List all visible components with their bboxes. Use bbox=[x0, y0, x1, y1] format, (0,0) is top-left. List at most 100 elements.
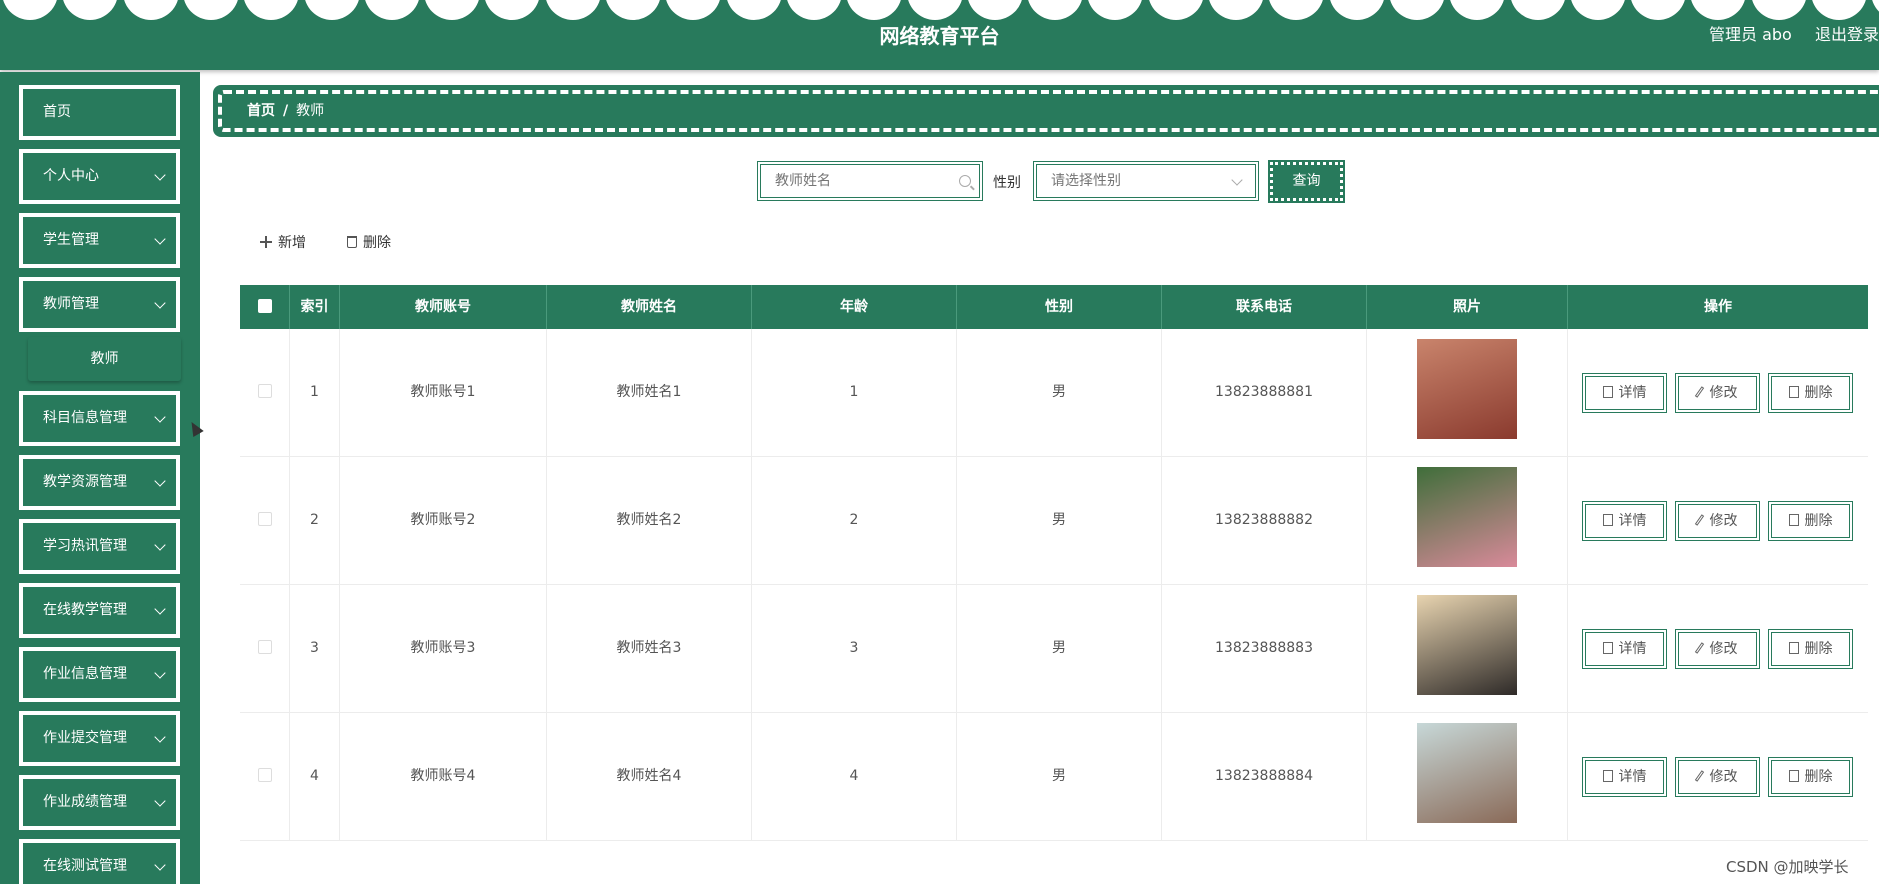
table-row: 3 教师账号3 教师姓名3 3 男 13823888883 详情 修改 删除 bbox=[240, 585, 1868, 713]
detail-button[interactable]: 详情 bbox=[1582, 373, 1667, 413]
col-header-photo: 照片 bbox=[1367, 285, 1568, 329]
gender-select[interactable] bbox=[1033, 161, 1259, 201]
chevron-down-icon bbox=[154, 859, 166, 871]
edit-button[interactable]: 修改 bbox=[1675, 629, 1760, 669]
query-button[interactable]: 查询 bbox=[1268, 160, 1345, 203]
row-select-cell bbox=[240, 713, 290, 840]
logout-link[interactable]: 退出登录 bbox=[1815, 21, 1879, 45]
sidebar-item-resource-management[interactable]: 教学资源管理 bbox=[19, 455, 180, 510]
edit-button-label: 修改 bbox=[1709, 769, 1738, 785]
cell-phone: 13823888884 bbox=[1162, 713, 1367, 840]
teacher-photo bbox=[1417, 595, 1517, 695]
detail-button-label: 详情 bbox=[1618, 641, 1647, 657]
watermark: CSDN @加映学长 bbox=[1726, 858, 1849, 876]
chevron-down-icon bbox=[154, 411, 166, 423]
plus-icon bbox=[260, 236, 272, 248]
add-button[interactable]: 新增 bbox=[260, 232, 306, 252]
sidebar-item-teacher-management[interactable]: 教师管理 bbox=[19, 277, 180, 332]
sidebar-item-student-management[interactable]: 学生管理 bbox=[19, 213, 180, 268]
document-icon bbox=[1602, 514, 1613, 526]
row-delete-button[interactable]: 删除 bbox=[1768, 629, 1853, 669]
breadcrumb-home[interactable]: 首页 bbox=[247, 103, 275, 119]
chevron-down-icon bbox=[154, 603, 166, 615]
scallop-decoration bbox=[1087, 0, 1144, 20]
row-delete-label: 删除 bbox=[1804, 641, 1833, 657]
chevron-down-icon bbox=[154, 539, 166, 551]
cell-account: 教师账号1 bbox=[340, 329, 547, 456]
row-checkbox[interactable] bbox=[257, 384, 272, 398]
scallop-decoration bbox=[363, 0, 420, 20]
teacher-name-input[interactable] bbox=[761, 165, 979, 197]
batch-delete-label: 删除 bbox=[363, 235, 391, 251]
sidebar-item-label: 科目信息管理 bbox=[43, 410, 127, 426]
detail-button[interactable]: 详情 bbox=[1582, 629, 1667, 669]
sidebar-item-label: 作业提交管理 bbox=[43, 730, 127, 746]
breadcrumb: 首页 / 教师 bbox=[213, 85, 1879, 137]
table-row: 1 教师账号1 教师姓名1 1 男 13823888881 详情 修改 删除 bbox=[240, 329, 1868, 457]
top-header: 网络教育平台 管理员 abo 退出登录 bbox=[0, 0, 1879, 70]
sidebar-item-subject-management[interactable]: 科目信息管理 bbox=[19, 391, 180, 446]
sidebar-item-online-teaching[interactable]: 在线教学管理 bbox=[19, 583, 180, 638]
chevron-down-icon bbox=[154, 667, 166, 679]
sidebar-item-homework-submit[interactable]: 作业提交管理 bbox=[19, 711, 180, 766]
row-delete-button[interactable]: 删除 bbox=[1768, 501, 1853, 541]
trash-icon bbox=[1788, 514, 1799, 526]
row-checkbox[interactable] bbox=[257, 640, 272, 654]
edit-button-label: 修改 bbox=[1709, 385, 1738, 401]
scallop-decoration bbox=[1569, 0, 1626, 20]
gender-select-input[interactable] bbox=[1037, 165, 1255, 197]
sidebar-item-label: 首页 bbox=[43, 104, 71, 120]
cell-phone: 13823888882 bbox=[1162, 457, 1367, 584]
cell-index: 1 bbox=[290, 329, 340, 456]
scallop-decoration bbox=[1750, 0, 1807, 20]
select-all-cell bbox=[240, 285, 290, 329]
row-checkbox[interactable] bbox=[257, 512, 272, 526]
row-delete-button[interactable]: 删除 bbox=[1768, 373, 1853, 413]
sidebar-item-online-test[interactable]: 在线测试管理 bbox=[19, 839, 180, 884]
scallop-decoration bbox=[424, 0, 481, 20]
row-delete-label: 删除 bbox=[1804, 769, 1833, 785]
cell-phone: 13823888881 bbox=[1162, 329, 1367, 456]
edit-button[interactable]: 修改 bbox=[1675, 501, 1760, 541]
cell-gender: 男 bbox=[957, 329, 1162, 456]
edit-button[interactable]: 修改 bbox=[1675, 757, 1760, 797]
document-icon bbox=[1602, 770, 1613, 782]
chevron-down-icon bbox=[154, 169, 166, 181]
sidebar-item-homework-info[interactable]: 作业信息管理 bbox=[19, 647, 180, 702]
sidebar-item-personal-center[interactable]: 个人中心 bbox=[19, 149, 180, 204]
cell-index: 2 bbox=[290, 457, 340, 584]
row-select-cell bbox=[240, 585, 290, 712]
header-scallop-decoration bbox=[0, 0, 1879, 20]
col-header-gender: 性别 bbox=[957, 285, 1162, 329]
sidebar-item-news-management[interactable]: 学习热讯管理 bbox=[19, 519, 180, 574]
teacher-photo bbox=[1417, 723, 1517, 823]
batch-delete-button[interactable]: 删除 bbox=[347, 232, 391, 252]
sidebar-item-homework-score[interactable]: 作业成绩管理 bbox=[19, 775, 180, 830]
chevron-down-icon bbox=[154, 731, 166, 743]
scallop-decoration bbox=[122, 0, 179, 20]
scallop-decoration bbox=[62, 0, 119, 20]
cell-photo bbox=[1367, 457, 1568, 584]
pencil-icon bbox=[1694, 642, 1704, 654]
sidebar-item-label: 在线教学管理 bbox=[43, 602, 127, 618]
row-delete-button[interactable]: 删除 bbox=[1768, 757, 1853, 797]
sidebar-subitem-teacher[interactable]: 教师 bbox=[28, 337, 181, 381]
trash-icon bbox=[1788, 386, 1799, 398]
edit-button[interactable]: 修改 bbox=[1675, 373, 1760, 413]
detail-button[interactable]: 详情 bbox=[1582, 757, 1667, 797]
scallop-decoration bbox=[2, 0, 58, 20]
row-checkbox[interactable] bbox=[257, 768, 272, 782]
scallop-decoration bbox=[1871, 0, 1879, 20]
scallop-decoration bbox=[906, 0, 963, 20]
scallop-decoration bbox=[182, 0, 239, 20]
cell-photo bbox=[1367, 585, 1568, 712]
detail-button[interactable]: 详情 bbox=[1582, 501, 1667, 541]
scallop-decoration bbox=[1268, 0, 1325, 20]
gender-label: 性别 bbox=[993, 175, 1021, 191]
teacher-name-search[interactable] bbox=[757, 161, 983, 201]
sidebar-item-home[interactable]: 首页 bbox=[19, 85, 180, 140]
select-all-checkbox[interactable] bbox=[257, 299, 272, 313]
detail-button-label: 详情 bbox=[1618, 385, 1647, 401]
cell-name: 教师姓名2 bbox=[547, 457, 752, 584]
scallop-decoration bbox=[544, 0, 601, 20]
